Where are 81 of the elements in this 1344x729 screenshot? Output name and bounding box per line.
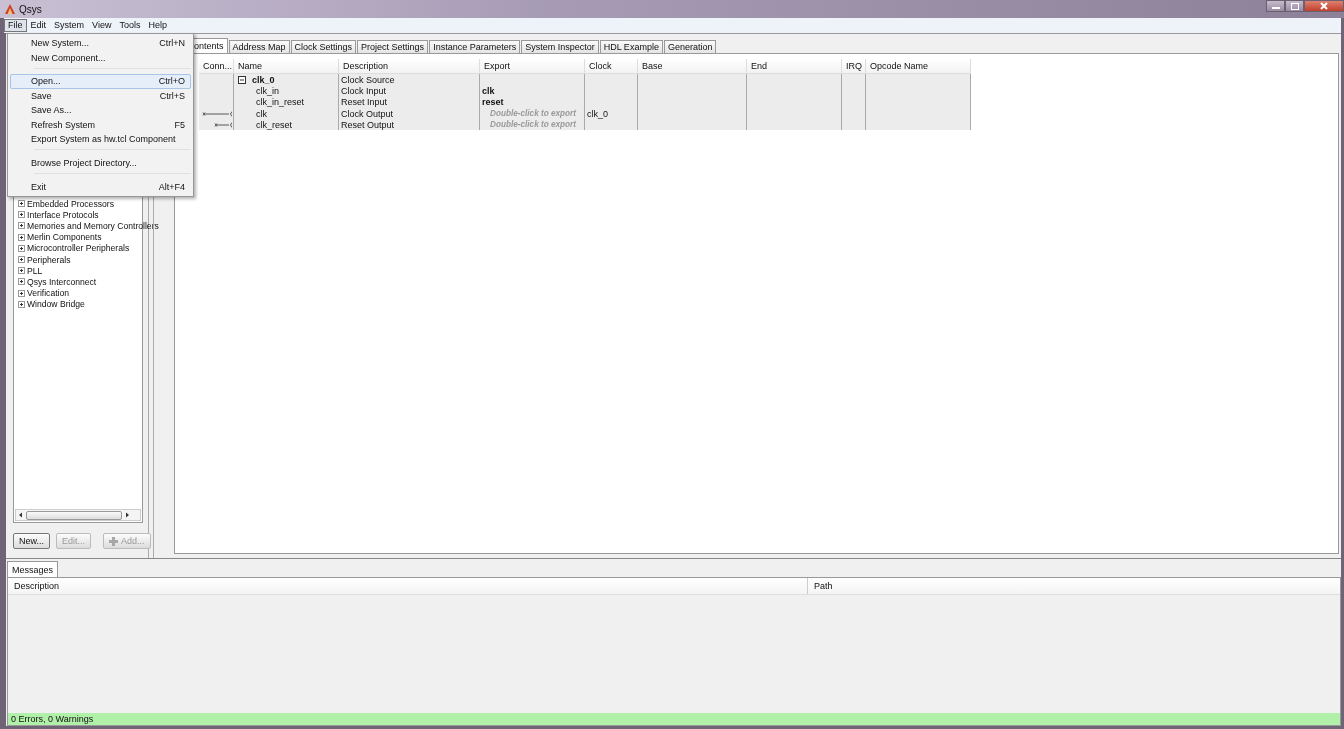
menu-item[interactable]: Save As...: [10, 103, 191, 118]
tree-item[interactable]: Verification: [27, 288, 70, 299]
column-header[interactable]: Path: [808, 578, 833, 594]
menu-item[interactable]: Exit Alt+F4: [10, 179, 191, 194]
tab[interactable]: HDL Example: [599, 40, 663, 53]
expand-icon[interactable]: [18, 267, 25, 275]
menu-item[interactable]: Save Ctrl+S: [10, 88, 191, 104]
messages-tab[interactable]: Messages: [7, 561, 59, 577]
library-button[interactable]: New...: [13, 533, 50, 549]
column-header[interactable]: Opcode Name: [866, 59, 971, 73]
tab[interactable]: Project Settings: [357, 40, 429, 53]
minimize-button[interactable]: [1266, 0, 1285, 12]
column-header[interactable]: IRQ: [842, 59, 866, 73]
menu-item[interactable]: New Component...: [10, 50, 191, 65]
column-header[interactable]: Base: [638, 59, 747, 73]
table-cell: Reset Output: [341, 119, 395, 130]
horizontal-scrollbar[interactable]: [15, 509, 141, 521]
triangle-logo-icon: [5, 4, 15, 14]
tab[interactable]: Instance Parameters: [429, 40, 521, 53]
menu-item[interactable]: Export System as hw.tcl Component: [10, 131, 191, 147]
tree-item[interactable]: Interface Protocols: [27, 209, 99, 220]
tab[interactable]: Clock Settings: [290, 40, 357, 53]
tree-item[interactable]: PLL: [27, 265, 43, 276]
menu-item[interactable]: Open... Ctrl+O: [10, 74, 191, 89]
export-name[interactable]: clk: [482, 85, 495, 96]
expand-icon[interactable]: [18, 289, 25, 297]
expand-icon[interactable]: [18, 244, 25, 252]
plus-icon: [109, 536, 119, 546]
table-cell: Clock Input: [341, 85, 387, 96]
menu-item[interactable]: Edit: [26, 19, 51, 32]
tree-item[interactable]: Merlin Components: [27, 232, 102, 243]
window-title: Qsys: [19, 3, 42, 15]
tree-item[interactable]: Peripherals: [27, 254, 71, 265]
tree-item[interactable]: Microcontroller Peripherals: [27, 243, 130, 254]
table-cell: Clock Source: [341, 74, 395, 85]
tree-item[interactable]: Embedded Processors: [27, 198, 114, 209]
column-header[interactable]: Clock: [585, 59, 638, 73]
menu-item[interactable]: New System... Ctrl+N: [10, 36, 191, 51]
column-header[interactable]: Description: [8, 578, 808, 594]
menu-item[interactable]: View: [88, 19, 116, 32]
maximize-icon: [1290, 2, 1299, 10]
port-name: clk_reset: [256, 119, 292, 130]
close-icon: [1320, 2, 1328, 10]
menu-item[interactable]: Help: [144, 19, 171, 32]
tab[interactable]: Address Map: [228, 40, 290, 53]
column-header[interactable]: Conn...: [199, 59, 234, 73]
column-header[interactable]: End: [747, 59, 842, 73]
port-name: clk_in_reset: [256, 97, 305, 108]
tree-item[interactable]: Qsys Interconnect: [27, 276, 97, 287]
tab[interactable]: System Inspector: [521, 40, 599, 53]
column-header[interactable]: Export: [480, 59, 585, 73]
expand-icon[interactable]: [18, 211, 25, 219]
port-name: clk_in: [256, 85, 279, 96]
table-cell: clk_0: [587, 108, 608, 119]
connector-icon[interactable]: [202, 110, 232, 117]
menu-item[interactable]: Browse Project Directory...: [10, 155, 191, 171]
expand-icon[interactable]: [18, 256, 25, 264]
expand-icon[interactable]: [18, 278, 25, 286]
menu-item[interactable]: File: [4, 19, 27, 32]
collapse-icon[interactable]: [238, 75, 246, 84]
connector-icon[interactable]: [214, 121, 232, 128]
tree-item[interactable]: Window Bridge: [27, 299, 85, 310]
column-header[interactable]: Description: [339, 59, 480, 73]
status-bar: 0 Errors, 0 Warnings: [8, 713, 1340, 725]
expand-icon[interactable]: [18, 300, 25, 308]
menu-item[interactable]: Refresh System F5: [10, 117, 191, 132]
table-cell: Reset Input: [341, 97, 388, 108]
port-name: clk: [256, 108, 267, 119]
tree-item[interactable]: Memories and Memory Controllers: [27, 220, 159, 231]
menu-item[interactable]: Tools: [115, 19, 145, 32]
export-name[interactable]: reset: [482, 97, 504, 108]
column-header[interactable]: Name: [234, 59, 339, 73]
tab[interactable]: Generation: [663, 40, 717, 53]
maximize-button[interactable]: [1285, 0, 1304, 12]
instance-name: clk_0: [252, 74, 275, 85]
menu-item[interactable]: System: [50, 19, 89, 32]
table-cell: Clock Output: [341, 108, 394, 119]
expand-icon[interactable]: [18, 233, 25, 241]
expand-icon[interactable]: [18, 222, 25, 230]
close-button[interactable]: [1304, 0, 1344, 12]
expand-icon[interactable]: [18, 200, 25, 208]
